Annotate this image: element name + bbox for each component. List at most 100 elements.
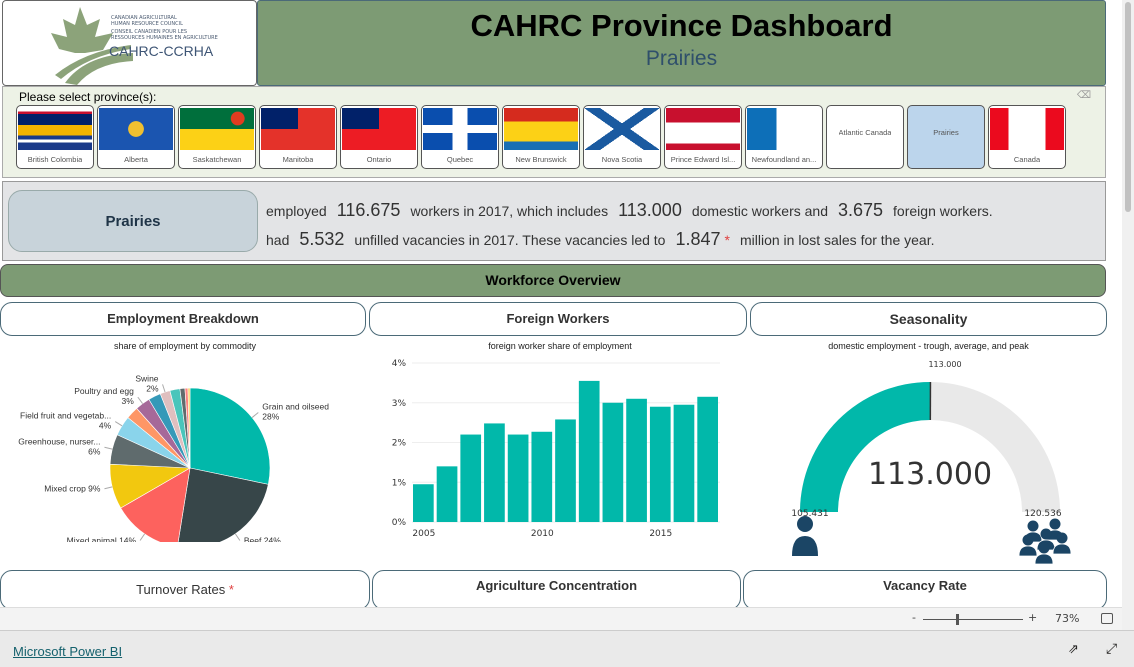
x-tick-label: 2005 [412,529,435,539]
province-button[interactable]: Nova Scotia [583,105,661,169]
domestic-value: 113.000 [618,200,682,220]
province-slicer: Please select province(s): ⌫ British Col… [2,86,1106,178]
pie-label: Mixed animal 14% [67,535,137,542]
province-name: Alberta [124,155,148,164]
turnover-rates-card[interactable]: Turnover Rates * [0,570,370,610]
title-banner: CAHRC Province Dashboard Prairies [257,0,1106,86]
province-button[interactable]: Prince Edward Isl... [664,105,742,169]
bar [507,434,529,522]
eraser-icon[interactable]: ⌫ [1077,90,1091,101]
y-tick-label: 3% [392,399,407,409]
group-icon-body [1052,543,1072,555]
zoom-out-button[interactable]: - [912,611,916,624]
province-button[interactable]: British Colombia [16,105,94,169]
province-button[interactable]: Atlantic Canada [826,105,904,169]
gauge-value: 113.000 [868,457,992,492]
ab-flag-icon [99,108,173,150]
y-tick-label: 0% [392,518,407,528]
logo-line: HUMAN RESOURCE COUNCIL [111,21,183,27]
pie-label: Mixed crop 9% [44,484,101,494]
logo-text: CAHRC-CCRHA [109,43,214,59]
footnote-star: * [228,582,234,597]
province-button[interactable]: New Brunswick [502,105,580,169]
slice-pct: 4% [99,421,112,431]
agriculture-concentration-card[interactable]: Agriculture Concentration [372,570,741,610]
group-icon [1056,532,1068,544]
slicer-label: Please select province(s): [19,90,157,104]
leader-line [139,533,146,541]
bar [697,396,718,522]
province-button[interactable]: Quebec [421,105,499,169]
mb-flag-icon [261,108,335,150]
foreign-workers-card[interactable]: Foreign Workers [369,302,747,336]
share-icon[interactable]: ⇗ [1068,642,1079,657]
province-button[interactable]: Manitoba [259,105,337,169]
summary-panel: Prairies employed 116.675 workers in 2017,… [2,181,1106,261]
group-icon [1022,534,1034,546]
province-button[interactable]: Alberta [97,105,175,169]
bar [531,431,553,522]
pie-label: Beef 24% [244,535,281,542]
province-name: New Brunswick [515,155,567,164]
bar [484,423,505,522]
bar [649,406,671,522]
section-header: Workforce Overview [0,264,1106,297]
pie-title: share of employment by commodity [113,341,257,351]
page-subtitle: Prairies [645,47,718,70]
foreign-value: 3.675 [838,200,884,220]
power-bi-link[interactable]: Microsoft Power BI [13,644,122,659]
province-button[interactable]: Newfoundland an... [745,105,823,169]
ca-flag-icon [990,108,1064,150]
pie-label: Greenhouse, nurser... 6% [18,436,101,456]
broken-image-icon [909,106,983,128]
zoom-slider-handle[interactable] [956,614,959,625]
province-button[interactable]: Canada [988,105,1066,169]
text: unfilled vacancies in 2017. These vacanc… [354,232,666,248]
summary-line-1: employed 116.675 workers in 2017, which in… [266,200,993,221]
y-tick-label: 4% [392,359,407,369]
lost-sales-value: 1.847 [675,229,721,249]
seasonality-card[interactable]: Seasonality [750,302,1107,336]
scrollbar-thumb[interactable] [1125,2,1131,212]
bar-title: foreign worker share of employment [488,341,632,351]
province-button[interactable]: Ontario [340,105,418,169]
broken-image-icon [828,106,902,128]
person-icon-body [792,536,818,556]
y-tick-label: 1% [392,478,407,488]
province-name: Nova Scotia [601,155,643,164]
province-name: Prince Edward Isl... [670,155,736,164]
bar [578,380,600,522]
fit-page-icon[interactable] [1101,613,1113,624]
page-title: CAHRC Province Dashboard [470,8,893,43]
scrollbar[interactable] [1122,0,1134,630]
on-flag-icon [342,108,416,150]
nb-flag-icon [504,108,578,150]
employment-breakdown-card[interactable]: Employment Breakdown [0,302,366,336]
province-name: British Colombia [27,155,83,164]
leader-line [104,486,113,490]
slice-name: Greenhouse, nurser... [18,436,100,446]
x-tick-label: 2015 [649,529,672,539]
province-name: Newfoundland an... [751,155,817,164]
bar [460,434,482,522]
slice-name: Swine [135,373,158,383]
zoom-slider[interactable] [923,614,1023,625]
province-name: Prairies [933,128,959,137]
max-label: 120.536 [1024,509,1061,519]
leader-line [137,396,143,404]
province-button[interactable]: Prairies [907,105,985,169]
vacancy-rate-card[interactable]: Vacancy Rate [743,570,1107,610]
zoom-in-button[interactable]: + [1028,611,1037,624]
group-icon [1049,518,1061,530]
bar-chart: 0% 1% 2% 3% 4% 2005 2010 2015 [392,359,720,539]
person-icon [797,516,813,532]
fullscreen-icon[interactable]: ⤢ [1106,641,1117,657]
province-button[interactable]: Saskatchewan [178,105,256,169]
leader-line [162,384,166,393]
leader-line [251,412,259,418]
nl-flag-icon [747,108,821,150]
slice-pct: 6% [88,446,101,456]
x-tick-label: 2010 [531,529,554,539]
province-name: Ontario [366,155,392,164]
slice-pct: 28% [262,412,279,422]
